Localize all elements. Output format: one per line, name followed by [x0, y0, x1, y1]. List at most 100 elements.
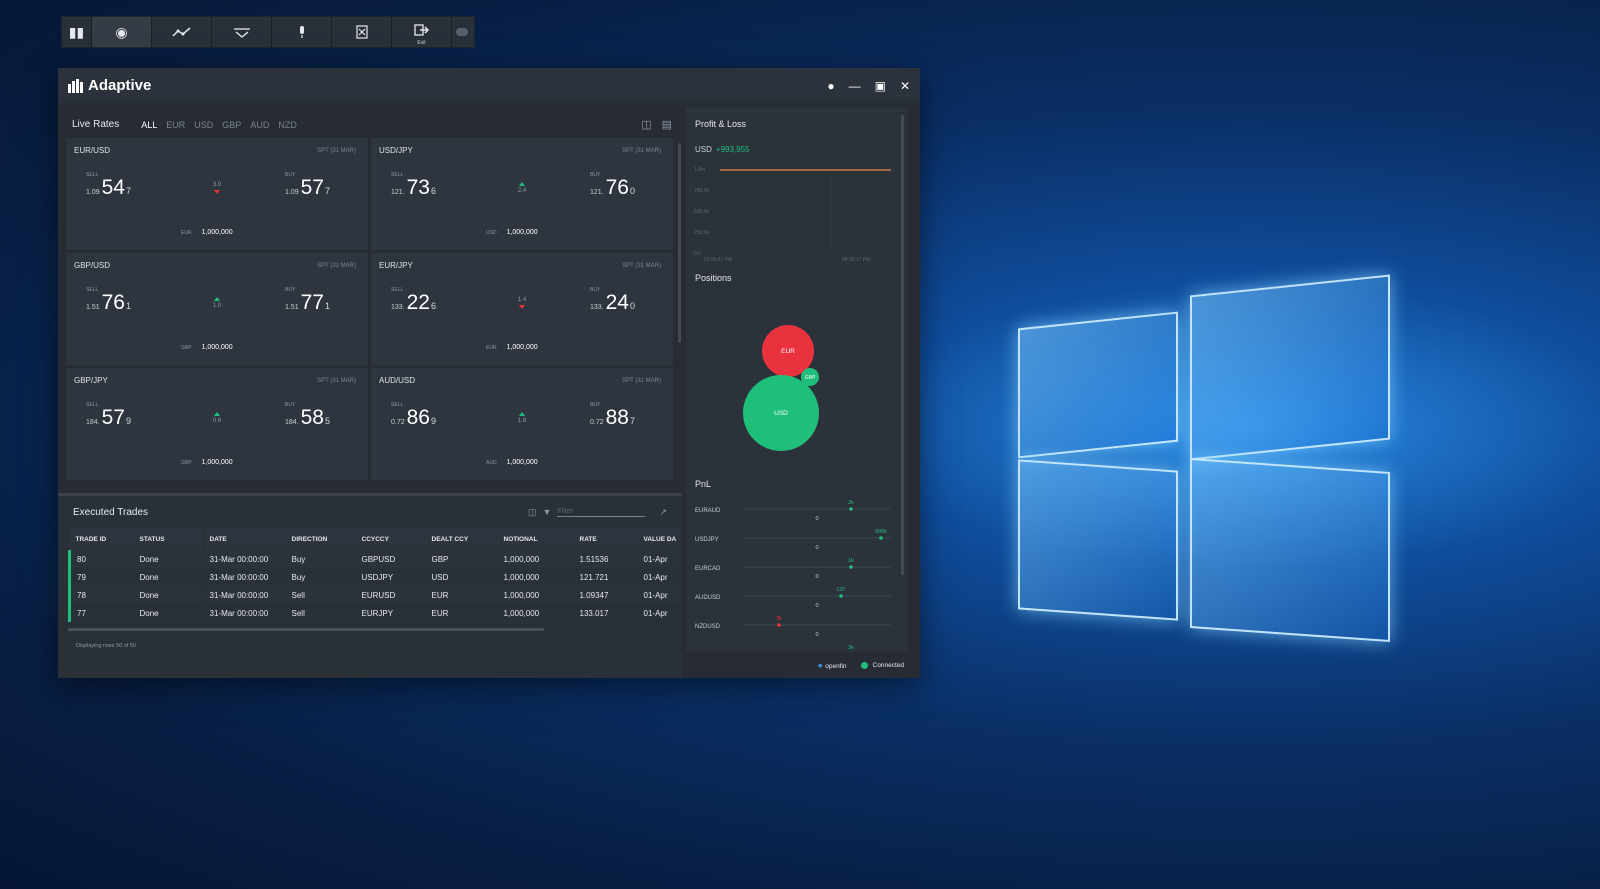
sell-fraction: 9	[125, 416, 131, 426]
filter-aud[interactable]: AUD	[250, 120, 269, 130]
column-header[interactable]: DEALT CCY	[425, 528, 498, 550]
pnl-bar-pair: USDJPY	[695, 537, 719, 543]
column-header[interactable]: RATE	[573, 528, 638, 550]
spread: 3.0	[212, 182, 222, 188]
lightbulb-icon[interactable]: ●	[827, 79, 834, 93]
column-header[interactable]: DATE	[203, 528, 286, 550]
app-window: Adaptive ● — ▣ ✕ Live Rates ALL EUR USD GBP…	[58, 68, 920, 678]
sell-button[interactable]: SELL 121. 73 6	[391, 172, 436, 200]
buy-button[interactable]: BUY 133. 24 0	[590, 287, 635, 315]
price-up-icon	[519, 182, 525, 186]
table-cell: GBPUSD	[355, 550, 426, 568]
microphone-icon	[299, 26, 304, 38]
sell-button[interactable]: SELL 1.09 54 7	[86, 172, 131, 200]
filter-usd[interactable]: USD	[194, 120, 213, 130]
spread-indicator: 3.0	[210, 182, 224, 194]
close-icon[interactable]: ✕	[900, 79, 910, 93]
windows-logo	[1000, 265, 1420, 665]
column-header[interactable]: STATUS	[133, 528, 204, 550]
pnl-axis-label: 0.0	[694, 251, 701, 257]
sell-big-figure: 184.	[86, 419, 100, 426]
popout-icon[interactable]: ↗	[659, 507, 667, 518]
adaptive-logo-icon	[68, 78, 83, 93]
notional-input[interactable]: EUR 1,000,000	[181, 229, 233, 236]
buy-button[interactable]: BUY 121. 76 0	[590, 172, 635, 200]
table-cell: Sell	[285, 586, 356, 604]
spread: 0.6	[212, 418, 222, 424]
trades-filter-input[interactable]: Filter	[557, 508, 646, 517]
analytics-scrollbar[interactable]	[901, 115, 904, 575]
position-label: USD	[774, 410, 788, 417]
pnl-bar-pair: EURCAD	[695, 566, 721, 572]
title-bar[interactable]: Adaptive ● — ▣ ✕	[58, 68, 920, 103]
buy-big-figure: 121.	[590, 189, 604, 196]
buy-big-figure: 1.51	[285, 304, 299, 311]
tile-view-icon[interactable]: ◫	[641, 118, 651, 131]
notional-input[interactable]: AUD 1,000,000	[486, 459, 538, 466]
launcher-voice-button[interactable]	[272, 17, 332, 47]
pnl-bar-pair: EURAUD	[695, 508, 721, 514]
excel-icon	[355, 25, 368, 39]
buy-button[interactable]: BUY 1.09 57 7	[285, 172, 330, 200]
notional-input[interactable]: GBP 1,000,000	[181, 459, 233, 466]
status-dot-icon	[860, 662, 868, 670]
table-cell: GBP	[425, 550, 498, 568]
chart-view-icon[interactable]: ▤	[662, 118, 672, 131]
launcher-spot-tile-button[interactable]: ◉	[92, 17, 152, 47]
buy-pips: 57	[300, 176, 324, 199]
spread: 1.8	[517, 418, 527, 424]
table-cell: USD	[431, 572, 449, 582]
launcher-blotter-button[interactable]	[212, 17, 272, 47]
maximize-icon[interactable]: ▣	[875, 79, 886, 93]
filter-eur[interactable]: EUR	[166, 120, 185, 130]
table-row[interactable]: 78 Done 31-Mar 00:00:00 Sell EURUSD EUR 1,000,…	[68, 586, 680, 604]
buy-button[interactable]: BUY 0.72 88 7	[590, 402, 635, 430]
table-cell: EUR	[425, 586, 498, 604]
sell-button[interactable]: SELL 0.72 86 9	[391, 402, 436, 430]
filter-nzd[interactable]: NZD	[278, 120, 297, 130]
launcher-analytics-button[interactable]	[152, 17, 212, 47]
notional-value: 1,000,000	[506, 229, 538, 236]
table-cell: 1,000,000	[497, 586, 574, 604]
sell-label: SELL	[86, 287, 99, 293]
app-title: Adaptive	[88, 77, 152, 94]
launcher-toggle[interactable]	[452, 17, 472, 47]
sell-button[interactable]: SELL 184. 57 9	[86, 402, 131, 430]
notional-input[interactable]: GBP 1,000,000	[181, 344, 233, 351]
buy-big-figure: 184.	[285, 419, 299, 426]
column-header[interactable]: CCYCCY	[355, 528, 426, 550]
buy-button[interactable]: BUY 1.51 77 1	[285, 287, 330, 315]
excel-export-icon[interactable]: ◫	[528, 507, 537, 518]
pnl-bar-marker	[849, 565, 853, 569]
filter-all[interactable]: ALL	[141, 120, 157, 130]
openfin-label: openfin	[825, 662, 847, 670]
rates-scrollbar[interactable]	[678, 143, 681, 343]
sell-button[interactable]: SELL 1.51 76 1	[86, 287, 131, 315]
sell-button[interactable]: SELL 133. 22 6	[391, 287, 436, 315]
column-header[interactable]: DIRECTION	[285, 528, 356, 550]
price-down-icon	[214, 190, 220, 194]
sell-label: SELL	[391, 172, 404, 178]
launcher-exit-button[interactable]: Exit	[392, 17, 452, 47]
launcher-logo-button[interactable]: ▮▮	[62, 17, 92, 47]
column-header[interactable]: TRADE ID	[69, 528, 134, 550]
notional-input[interactable]: USD 1,000,000	[486, 229, 538, 236]
table-row[interactable]: 80 Done 31-Mar 00:00:00 Buy GBPUSD GBP 1,000,0…	[68, 550, 680, 568]
column-header[interactable]: VALUE DA	[637, 528, 680, 550]
buy-button[interactable]: BUY 184. 58 5	[285, 402, 330, 430]
pnl-bar-value: 999k	[875, 529, 887, 535]
table-row[interactable]: 77 Done 31-Mar 00:00:00 Sell EURJPY EUR 1,000,…	[68, 604, 680, 622]
notional-input[interactable]: EUR 1,000,000	[486, 344, 538, 351]
sell-pips: 76	[101, 291, 125, 314]
buy-pips: 77	[300, 291, 324, 314]
column-header[interactable]: NOTIONAL	[497, 528, 574, 550]
minimize-icon[interactable]: —	[849, 79, 861, 93]
table-row[interactable]: 79 Done 31-Mar 00:00:00 Buy USDJPY USD 1,000,0…	[68, 568, 680, 586]
trades-table: TRADE ID STATUS DATE DIRECTION CCYCCY DEALT C…	[68, 528, 680, 622]
launcher-excel-button[interactable]	[332, 17, 392, 47]
trades-horizontal-scrollbar[interactable]	[68, 628, 544, 631]
filter-gbp[interactable]: GBP	[222, 120, 241, 130]
sell-pips: 86	[406, 406, 430, 429]
table-cell: USDJPY	[361, 572, 394, 582]
buy-fraction: 1	[324, 301, 330, 311]
